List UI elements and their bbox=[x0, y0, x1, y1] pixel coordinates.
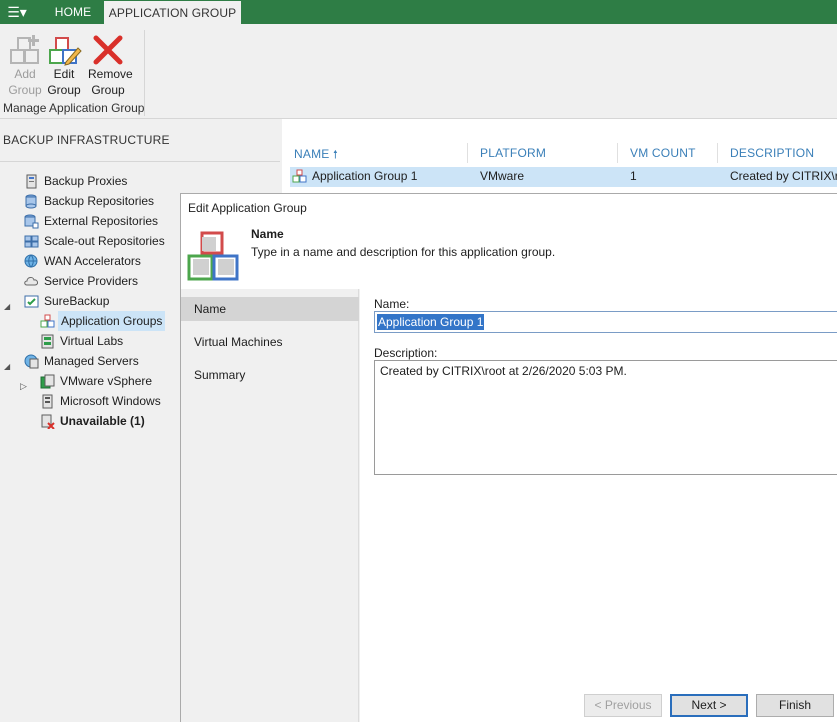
description-label: Description: bbox=[374, 346, 438, 360]
external-repository-icon bbox=[24, 214, 39, 229]
windows-server-icon bbox=[40, 394, 55, 409]
remove-group-icon bbox=[88, 32, 128, 66]
application-group-icon bbox=[292, 169, 307, 187]
add-group-icon bbox=[5, 32, 45, 66]
ribbon-tab-bar: ☰▾ HOME APPLICATION GROUP bbox=[0, 0, 837, 24]
application-group-large-icon bbox=[187, 231, 241, 284]
edit-group-label-1: Edit bbox=[53, 67, 75, 81]
vsphere-icon bbox=[40, 374, 55, 389]
application-groups-list: NAME 🠕 PLATFORM VM COUNT DESCRIPTION App… bbox=[282, 119, 837, 199]
cell-platform: VMware bbox=[480, 169, 525, 183]
surebackup-icon bbox=[24, 294, 39, 309]
description-field[interactable]: Created by CITRIX\root at 2/26/2020 5:03… bbox=[374, 360, 837, 475]
globe-icon bbox=[24, 254, 39, 269]
tree-label: SureBackup bbox=[44, 294, 110, 308]
main-menu-button[interactable]: ☰▾ bbox=[0, 0, 34, 24]
ribbon: Add Group Edit Group Remove Group Manage… bbox=[0, 24, 837, 119]
tree-label: Managed Servers bbox=[44, 354, 139, 368]
wizard-step-name[interactable]: Name bbox=[181, 297, 359, 321]
column-separator[interactable] bbox=[467, 143, 468, 163]
remove-group-label-1: Remove bbox=[88, 67, 133, 81]
edit-group-button[interactable]: Edit Group bbox=[44, 32, 84, 98]
column-separator[interactable] bbox=[717, 143, 718, 163]
sort-ascending-icon: 🠕 bbox=[333, 149, 338, 161]
step-description: Type in a name and description for this … bbox=[251, 245, 556, 259]
tree-label: Unavailable (1) bbox=[60, 414, 145, 428]
pane-header: BACKUP INFRASTRUCTURE bbox=[3, 133, 170, 147]
wizard-steps: Name Virtual Machines Summary bbox=[181, 289, 359, 722]
finish-button[interactable]: Finish bbox=[756, 694, 834, 717]
column-header-platform[interactable]: PLATFORM bbox=[480, 146, 546, 160]
step-title: Name bbox=[251, 227, 284, 241]
tree-item-backup-proxies[interactable]: Backup Proxies bbox=[0, 171, 280, 191]
name-field[interactable]: Application Group 1 bbox=[374, 311, 837, 333]
column-header-label: NAME bbox=[294, 147, 330, 161]
name-field-value: Application Group 1 bbox=[377, 314, 485, 330]
wizard-step-virtual-machines[interactable]: Virtual Machines bbox=[181, 330, 359, 354]
tree-label: VMware vSphere bbox=[60, 374, 153, 388]
tab-application-group[interactable]: APPLICATION GROUP bbox=[104, 0, 241, 24]
tab-home[interactable]: HOME bbox=[42, 0, 104, 24]
server-icon bbox=[24, 174, 39, 189]
tree-label: External Repositories bbox=[44, 214, 159, 228]
add-group-button[interactable]: Add Group bbox=[5, 32, 45, 98]
cloud-icon bbox=[24, 274, 39, 289]
column-separator[interactable] bbox=[617, 143, 618, 163]
tree-label: Scale-out Repositories bbox=[44, 234, 165, 248]
cell-vm-count: 1 bbox=[630, 169, 637, 183]
column-header-name[interactable]: NAME 🠕 bbox=[294, 146, 338, 165]
cell-name: Application Group 1 bbox=[312, 169, 418, 183]
remove-group-label-2: Group bbox=[91, 83, 125, 97]
unavailable-server-icon bbox=[40, 414, 55, 430]
database-icon bbox=[24, 194, 39, 209]
add-group-label-1: Add bbox=[14, 67, 36, 81]
managed-servers-icon bbox=[24, 354, 39, 369]
pane-divider bbox=[0, 161, 280, 162]
edit-group-icon bbox=[44, 32, 84, 66]
remove-group-button[interactable]: Remove Group bbox=[88, 32, 133, 98]
ribbon-separator bbox=[144, 30, 145, 116]
step-content: Name: Application Group 1 Description: C… bbox=[360, 289, 837, 722]
tree-label: Virtual Labs bbox=[60, 334, 124, 348]
table-row[interactable]: Application Group 1 VMware 1 Created by … bbox=[290, 167, 837, 187]
column-header-vm-count[interactable]: VM COUNT bbox=[630, 146, 696, 160]
tree-label: Service Providers bbox=[44, 274, 139, 288]
next-button[interactable]: Next > bbox=[670, 694, 748, 717]
tree-label: WAN Accelerators bbox=[44, 254, 141, 268]
dialog-header: Name Type in a name and description for … bbox=[181, 221, 837, 289]
wizard-step-summary[interactable]: Summary bbox=[181, 363, 359, 387]
edit-group-label-2: Group bbox=[47, 83, 81, 97]
name-label: Name: bbox=[374, 297, 410, 311]
column-header-description[interactable]: DESCRIPTION bbox=[730, 146, 814, 160]
scaleout-repository-icon bbox=[24, 234, 39, 249]
cell-description: Created by CITRIX\root bbox=[730, 169, 837, 183]
ribbon-group-label: Manage Application Group bbox=[3, 101, 145, 115]
application-group-icon bbox=[40, 314, 55, 329]
dialog-body: Name Virtual Machines Summary Name: Appl… bbox=[181, 289, 837, 722]
tree-label: Backup Proxies bbox=[44, 174, 128, 188]
tree-label: Backup Repositories bbox=[44, 194, 155, 208]
edit-application-group-dialog: Edit Application Group Name Type in a na… bbox=[180, 193, 837, 722]
add-group-label-2: Group bbox=[8, 83, 42, 97]
dialog-title: Edit Application Group bbox=[188, 201, 307, 215]
tree-label: Microsoft Windows bbox=[60, 394, 161, 408]
virtual-lab-icon bbox=[40, 334, 55, 349]
tree-label: Application Groups bbox=[58, 311, 166, 331]
previous-button[interactable]: < Previous bbox=[584, 694, 662, 717]
